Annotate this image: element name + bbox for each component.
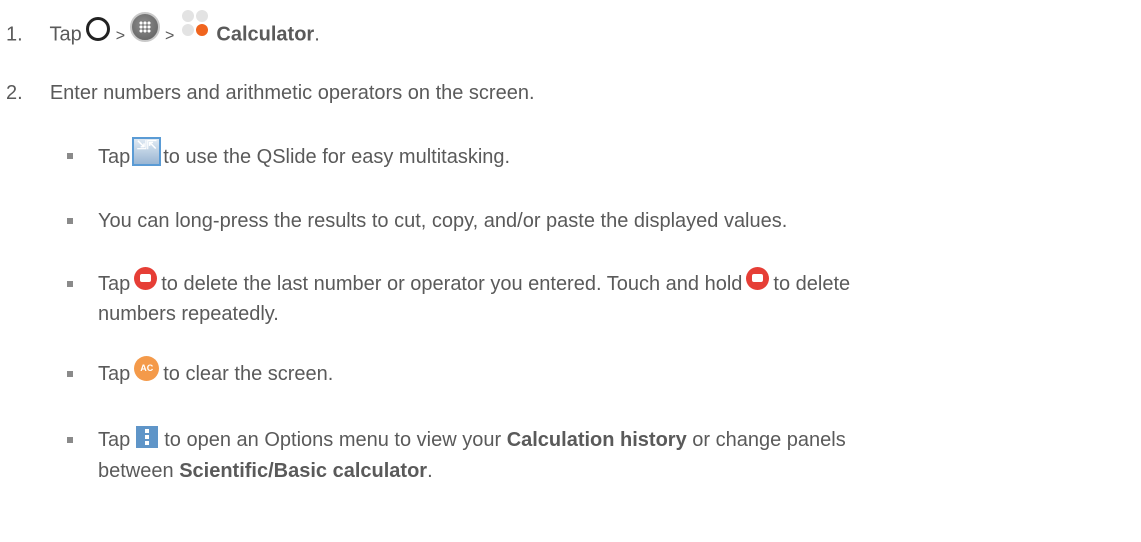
calculator-icon xyxy=(180,10,210,40)
bullet-text: to use the QSlide for easy multitasking. xyxy=(163,145,511,168)
step-number: 2. xyxy=(6,82,23,104)
separator: > xyxy=(115,27,126,45)
bullet-text: to delete xyxy=(773,273,851,295)
bullet-text: You can long-press the results to cut, c… xyxy=(98,210,788,232)
bullet-delete: Tap to delete the last number or operator… xyxy=(98,267,851,297)
bullet-clear: Tap AC to clear the screen. xyxy=(98,356,334,387)
bullet-marker xyxy=(67,281,73,287)
bullet-qslide: Tap⇲⇱to use the QSlide for easy multitas… xyxy=(98,137,511,172)
calculation-history-label: Calculation history xyxy=(506,429,687,451)
bullet-text: numbers repeatedly. xyxy=(98,303,279,325)
step-number: 1. xyxy=(6,23,23,46)
period: . xyxy=(427,460,433,482)
qslide-icon: ⇲⇱ xyxy=(132,137,162,166)
bullet-text: to clear the screen. xyxy=(163,363,334,385)
step-2: 2. Enter numbers and arithmetic operator… xyxy=(6,80,535,106)
bullet-text: or change panels xyxy=(692,429,846,451)
tap-text: Tap xyxy=(98,273,131,295)
bullet-marker xyxy=(67,437,73,443)
bullet-delete-cont: numbers repeatedly. xyxy=(98,301,279,327)
separator: > xyxy=(165,27,175,45)
bullet-marker xyxy=(67,218,73,224)
bullet-options: Tap to open an Options menu to view your … xyxy=(98,425,846,453)
tap-text: Tap xyxy=(98,145,131,168)
step-text-tap: Tap xyxy=(49,23,82,46)
menu-icon xyxy=(136,425,159,448)
delete-icon xyxy=(134,267,158,291)
ac-icon: AC xyxy=(134,356,160,382)
tap-text: Tap xyxy=(98,429,131,451)
bullet-text: to open an Options menu to view your xyxy=(164,429,502,451)
bullet-marker xyxy=(67,371,73,377)
bullet-longpress: You can long-press the results to cut, c… xyxy=(98,208,787,234)
period: . xyxy=(314,23,320,46)
bullet-text: to delete the last number or operator yo… xyxy=(161,273,743,295)
bullet-options-cont: between Scientific/Basic calculator. xyxy=(98,458,433,484)
delete-icon xyxy=(746,267,770,291)
tap-text: Tap xyxy=(98,363,131,385)
bullet-text: between xyxy=(98,460,174,482)
step-1: 1. Tap > > Calculator. xyxy=(6,10,320,50)
bullet-marker xyxy=(67,153,73,159)
app-name: Calculator xyxy=(216,23,315,46)
apps-icon xyxy=(130,12,161,42)
scientific-basic-label: Scientific/Basic calculator xyxy=(179,460,428,482)
home-icon xyxy=(85,17,110,41)
step-text: Enter numbers and arithmetic operators o… xyxy=(49,82,535,104)
